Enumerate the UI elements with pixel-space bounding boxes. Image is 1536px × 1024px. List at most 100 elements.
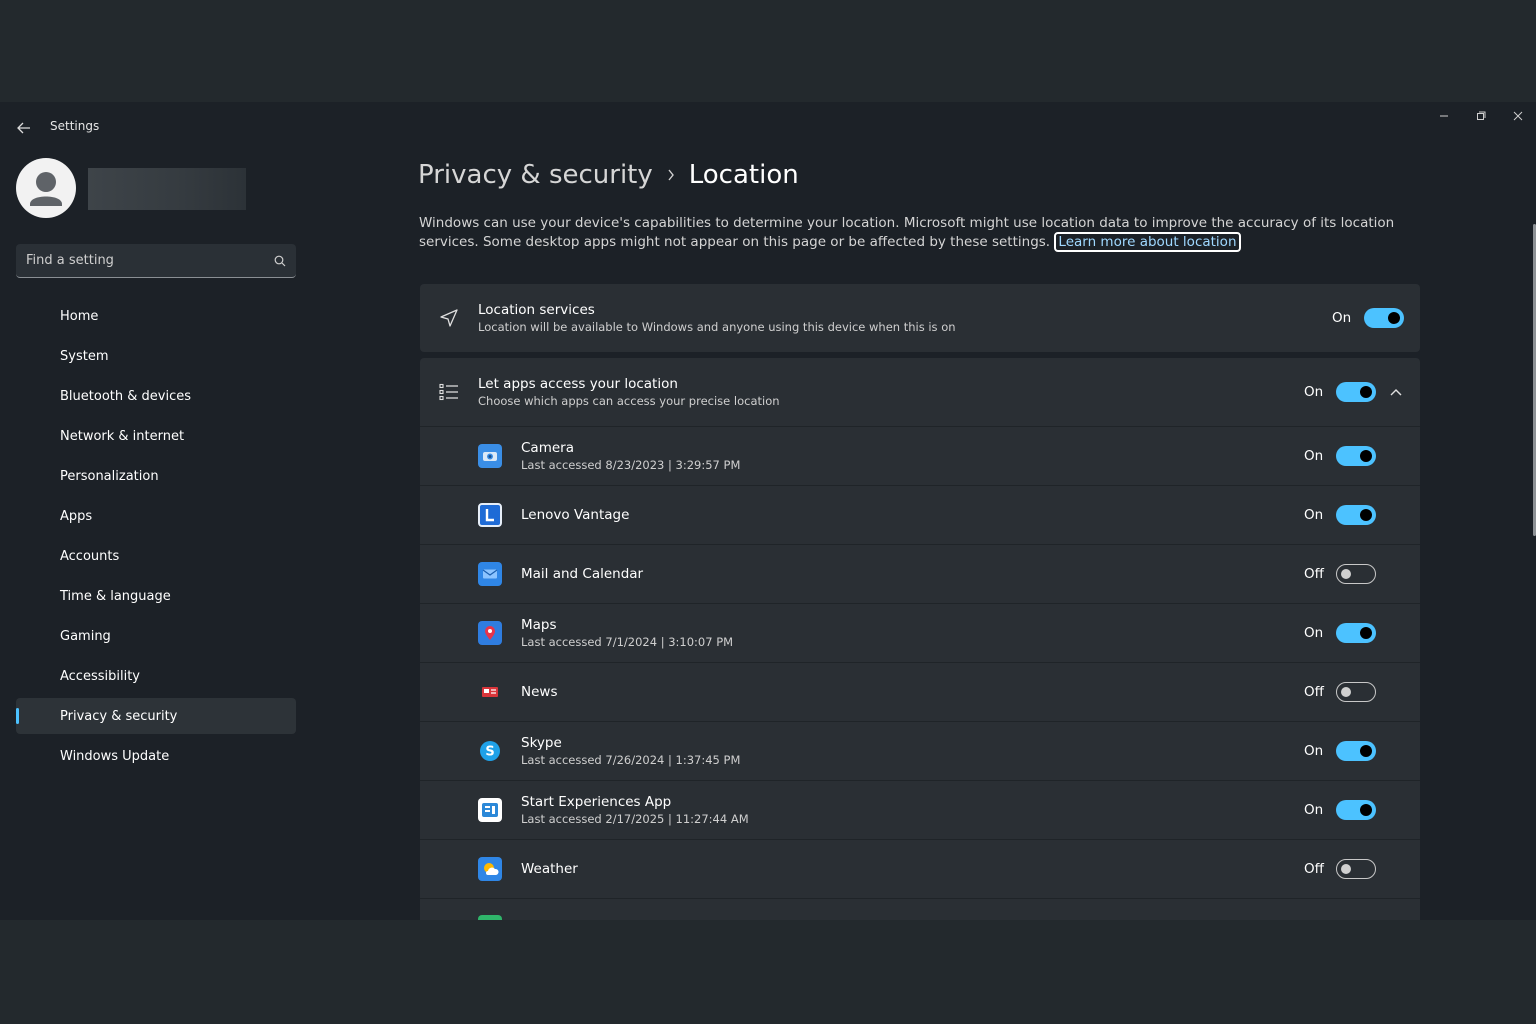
sidebar-item-apps[interactable]: Apps bbox=[16, 498, 296, 534]
svg-text:S: S bbox=[485, 745, 494, 760]
app-row-skype: S Skype Last accessed 7/26/2024 | 1:37:4… bbox=[420, 721, 1420, 780]
app-access-toggle[interactable] bbox=[1336, 382, 1376, 402]
location-services-title: Location services bbox=[478, 302, 595, 318]
app-access-card: Let apps access your location Choose whi… bbox=[420, 358, 1420, 920]
app-toggle-start-experiences[interactable] bbox=[1336, 800, 1376, 820]
app-access-title: Let apps access your location bbox=[478, 376, 678, 392]
app-state: Off bbox=[1304, 566, 1324, 582]
avatar[interactable] bbox=[16, 158, 76, 218]
app-text-start-experiences: Start Experiences App Last accessed 2/17… bbox=[521, 794, 749, 826]
app-name: Maps bbox=[521, 617, 557, 633]
app-text-news: News bbox=[521, 684, 557, 700]
list-icon bbox=[438, 381, 460, 403]
app-access-text: Let apps access your location Choose whi… bbox=[478, 376, 780, 408]
app-name: Lenovo Vantage bbox=[521, 507, 630, 523]
sidebar-item-bluetooth-devices[interactable]: Bluetooth & devices bbox=[16, 378, 296, 414]
app-toggle-news[interactable] bbox=[1336, 682, 1376, 702]
search-input[interactable] bbox=[26, 253, 274, 268]
location-services-toggle[interactable] bbox=[1364, 308, 1404, 328]
app-toggle-lenovo-vantage[interactable] bbox=[1336, 505, 1376, 525]
close-icon bbox=[1513, 111, 1522, 121]
app-toggle-mail-calendar[interactable] bbox=[1336, 564, 1376, 584]
sidebar-item-accessibility[interactable]: Accessibility bbox=[16, 658, 296, 694]
breadcrumb-separator bbox=[667, 169, 675, 181]
app-row-news: News Off bbox=[420, 662, 1420, 721]
sidebar-item-home[interactable]: Home bbox=[16, 298, 296, 334]
mail-calendar-icon bbox=[478, 562, 502, 586]
app-state: Off bbox=[1304, 861, 1324, 877]
app-row-start-experiences: Start Experiences App Last accessed 2/17… bbox=[420, 780, 1420, 839]
back-button[interactable] bbox=[12, 116, 36, 140]
app-state: Off bbox=[1304, 684, 1324, 700]
sidebar-item-system[interactable]: System bbox=[16, 338, 296, 374]
sidebar-item-privacy-security[interactable]: Privacy & security bbox=[16, 698, 296, 734]
sidebar-item-gaming[interactable]: Gaming bbox=[16, 618, 296, 654]
app-access-subtitle: Choose which apps can access your precis… bbox=[478, 394, 780, 408]
skype-icon: S bbox=[478, 739, 502, 763]
sidebar-item-accounts[interactable]: Accounts bbox=[16, 538, 296, 574]
app-name: Camera bbox=[521, 440, 574, 456]
minimize-button[interactable] bbox=[1425, 102, 1462, 130]
app-last-accessed: Last accessed 8/23/2023 | 3:29:57 PM bbox=[521, 458, 741, 472]
app-text-lenovo-vantage: Lenovo Vantage bbox=[521, 507, 629, 523]
app-row-lenovo-vantage: Lenovo Vantage On bbox=[420, 485, 1420, 544]
app-state: On bbox=[1304, 625, 1324, 641]
maps-icon bbox=[478, 621, 502, 645]
sidebar-item-windows-update[interactable]: Windows Update bbox=[16, 738, 296, 774]
app-last-accessed: Last accessed 7/26/2024 | 1:37:45 PM bbox=[521, 753, 741, 767]
app-icon-partial bbox=[478, 915, 502, 920]
news-icon bbox=[478, 680, 502, 704]
page-description: Windows can use your device's capabiliti… bbox=[419, 214, 1419, 252]
collapse-button[interactable] bbox=[1388, 384, 1404, 400]
app-text-maps: Maps Last accessed 7/1/2024 | 3:10:07 PM bbox=[521, 617, 733, 649]
learn-more-link[interactable]: Learn more about location bbox=[1054, 232, 1241, 252]
app-text-skype: Skype Last accessed 7/26/2024 | 1:37:45 … bbox=[521, 735, 740, 767]
location-services-text: Location services Location will be avail… bbox=[478, 302, 956, 334]
settings-window: Settings Home System Bluetoot bbox=[0, 102, 1536, 920]
weather-icon bbox=[478, 857, 502, 881]
app-state: On bbox=[1304, 802, 1324, 818]
app-text-weather: Weather bbox=[521, 861, 578, 877]
app-access-state: On bbox=[1304, 384, 1324, 400]
page-title: Location bbox=[688, 160, 799, 190]
sidebar-item-personalization[interactable]: Personalization bbox=[16, 458, 296, 494]
app-row-mail-calendar: Mail and Calendar Off bbox=[420, 544, 1420, 603]
user-icon bbox=[30, 172, 62, 206]
close-button[interactable] bbox=[1499, 102, 1536, 130]
app-row-maps: Maps Last accessed 7/1/2024 | 3:10:07 PM… bbox=[420, 603, 1420, 662]
chevron-up-icon bbox=[1390, 389, 1402, 396]
app-title: Settings bbox=[50, 119, 100, 133]
app-text-mail-calendar: Mail and Calendar bbox=[521, 566, 643, 582]
breadcrumb-parent[interactable]: Privacy & security bbox=[418, 160, 653, 190]
restore-icon bbox=[1476, 111, 1485, 120]
app-toggle-camera[interactable] bbox=[1336, 446, 1376, 466]
back-arrow-icon bbox=[17, 122, 30, 134]
app-toggle-skype[interactable] bbox=[1336, 741, 1376, 761]
sidebar-item-network-internet[interactable]: Network & internet bbox=[16, 418, 296, 454]
app-state: On bbox=[1304, 743, 1324, 759]
location-services-row: Location services Location will be avail… bbox=[420, 284, 1420, 352]
app-last-accessed: Last accessed 2/17/2025 | 11:27:44 AM bbox=[521, 812, 749, 826]
app-text-camera: Camera Last accessed 8/23/2023 | 3:29:57… bbox=[521, 440, 740, 472]
app-row-weather: Weather Off bbox=[420, 839, 1420, 898]
navigation-arrow-icon bbox=[438, 307, 460, 329]
sidebar-nav: Home System Bluetooth & devices Network … bbox=[16, 298, 296, 778]
location-services-card: Location services Location will be avail… bbox=[420, 284, 1420, 352]
lenovo-vantage-icon bbox=[478, 503, 502, 527]
app-toggle-weather[interactable] bbox=[1336, 859, 1376, 879]
location-services-state: On bbox=[1332, 310, 1352, 326]
app-state: On bbox=[1304, 448, 1324, 464]
search-box[interactable] bbox=[16, 244, 296, 278]
profile-name-redacted bbox=[88, 168, 246, 210]
sidebar-item-time-language[interactable]: Time & language bbox=[16, 578, 296, 614]
window-controls bbox=[1425, 102, 1536, 130]
search-icon[interactable] bbox=[274, 255, 286, 267]
app-toggle-maps[interactable] bbox=[1336, 623, 1376, 643]
app-access-row[interactable]: Let apps access your location Choose whi… bbox=[420, 358, 1420, 426]
app-row-partial bbox=[420, 898, 1420, 920]
chevron-right-icon bbox=[668, 169, 674, 181]
app-name: Weather bbox=[521, 861, 578, 877]
restore-button[interactable] bbox=[1462, 102, 1499, 130]
location-services-subtitle: Location will be available to Windows an… bbox=[478, 320, 956, 334]
app-name: News bbox=[521, 684, 558, 700]
